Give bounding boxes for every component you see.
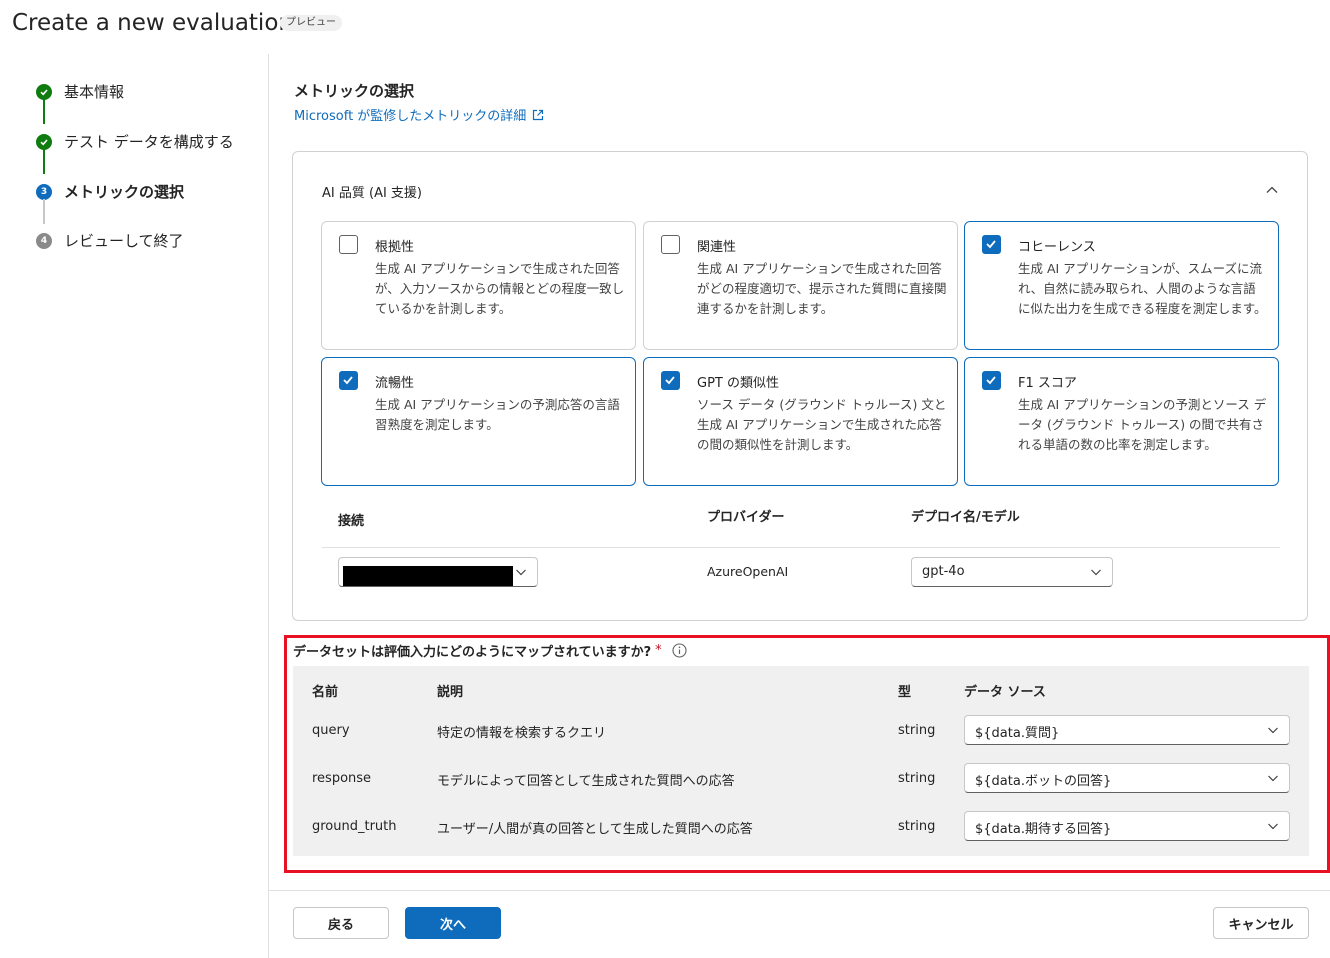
metric-card-groundedness[interactable]: 根拠性 生成 AI アプリケーションで生成された回答が、入力ソースからの情報とど… — [321, 221, 636, 350]
preview-badge: プレビュー — [280, 15, 342, 31]
step-connector — [43, 199, 45, 224]
open-in-new-icon — [533, 109, 544, 120]
step-label: レビューして終了 — [64, 232, 184, 250]
metric-desc: 生成 AI アプリケーションで生成された回答が、入力ソースからの情報とどの程度一… — [375, 261, 625, 316]
next-button[interactable]: 次へ — [405, 907, 501, 939]
checkbox[interactable] — [661, 235, 680, 254]
column-header-provider: プロバイダー — [707, 510, 785, 525]
back-button[interactable]: 戻る — [293, 907, 389, 939]
connection-dropdown[interactable] — [338, 557, 538, 587]
metric-card-gpt-similarity[interactable]: GPT の類似性 ソース データ (グラウンド トゥルース) 文と生成 AI ア… — [643, 357, 958, 486]
checkbox[interactable] — [339, 235, 358, 254]
checkbox-checked[interactable] — [339, 371, 358, 390]
page-title: Create a new evaluation — [12, 10, 293, 36]
metric-card-relevance[interactable]: 関連性 生成 AI アプリケーションで生成された回答がどの程度適切で、提示された… — [643, 221, 958, 350]
checkmark-icon — [986, 240, 996, 249]
step-number-icon: 4 — [36, 232, 52, 249]
footer-divider — [268, 890, 1330, 891]
step-select-metrics[interactable]: 3 メトリックの選択 — [36, 181, 184, 202]
dropdown-value: gpt-4o — [922, 564, 965, 579]
metric-title: F1 スコア — [1018, 376, 1077, 391]
metrics-details-link[interactable]: Microsoft が監修したメトリックの詳細 — [294, 105, 544, 124]
link-text: Microsoft が監修したメトリックの詳細 — [294, 109, 527, 124]
provider-value: AzureOpenAI — [707, 564, 789, 579]
divider — [322, 547, 1280, 548]
column-header-deployment: デプロイ名/モデル — [911, 510, 1020, 525]
metric-card-f1-score[interactable]: F1 スコア 生成 AI アプリケーションの予測とソース データ (グラウンド … — [964, 357, 1279, 486]
metric-desc: 生成 AI アプリケーションが、スムーズに流れ、自然に読み取られ、人間のような言… — [1018, 261, 1267, 316]
metric-title: 関連性 — [697, 240, 737, 255]
metric-card-fluency[interactable]: 流暢性 生成 AI アプリケーションの予測応答の言語習熟度を測定します。 — [321, 357, 636, 486]
redacted-value — [343, 566, 513, 586]
metric-desc: 生成 AI アプリケーションの予測とソース データ (グラウンド トゥルース) … — [1018, 397, 1267, 452]
metric-title: 根拠性 — [375, 240, 415, 255]
step-number-icon: 3 — [36, 183, 52, 200]
check-circle-icon — [36, 83, 52, 100]
metric-card-coherence[interactable]: コヒーレンス 生成 AI アプリケーションが、スムーズに流れ、自然に読み取られ、… — [964, 221, 1279, 350]
step-label: メトリックの選択 — [64, 183, 185, 201]
cancel-button[interactable]: キャンセル — [1213, 907, 1309, 939]
step-label: テスト データを構成する — [64, 133, 234, 151]
step-basic-info[interactable]: 基本情報 — [36, 81, 124, 102]
checkmark-icon — [665, 376, 675, 385]
left-divider — [268, 54, 269, 958]
checkmark-icon — [343, 376, 353, 385]
checkbox-checked[interactable] — [982, 235, 1001, 254]
check-circle-icon — [36, 133, 52, 150]
step-connector — [43, 149, 45, 174]
checkbox-checked[interactable] — [982, 371, 1001, 390]
step-review[interactable]: 4 レビューして終了 — [36, 230, 184, 251]
checkmark-icon — [986, 376, 996, 385]
chevron-up-icon[interactable] — [1264, 182, 1280, 198]
metric-desc: 生成 AI アプリケーションの予測応答の言語習熟度を測定します。 — [375, 397, 620, 432]
deployment-dropdown[interactable]: gpt-4o — [911, 557, 1113, 587]
chevron-down-icon — [1091, 569, 1101, 576]
metric-desc: 生成 AI アプリケーションで生成された回答がどの程度適切で、提示された質問に直… — [697, 261, 947, 316]
group-title: AI 品質 (AI 支援) — [322, 186, 422, 201]
checkbox-checked[interactable] — [661, 371, 680, 390]
step-label: 基本情報 — [64, 83, 125, 101]
highlight-box — [284, 635, 1330, 873]
metric-title: GPT の類似性 — [697, 376, 779, 391]
metric-title: 流暢性 — [375, 376, 415, 391]
metric-title: コヒーレンス — [1018, 240, 1096, 255]
chevron-down-icon — [516, 569, 526, 576]
column-header-connection: 接続 — [338, 514, 365, 529]
step-connector — [43, 99, 45, 124]
section-title: メトリックの選択 — [294, 82, 415, 100]
metric-desc: ソース データ (グラウンド トゥルース) 文と生成 AI アプリケーションで生… — [697, 397, 947, 452]
step-test-data[interactable]: テスト データを構成する — [36, 131, 234, 152]
